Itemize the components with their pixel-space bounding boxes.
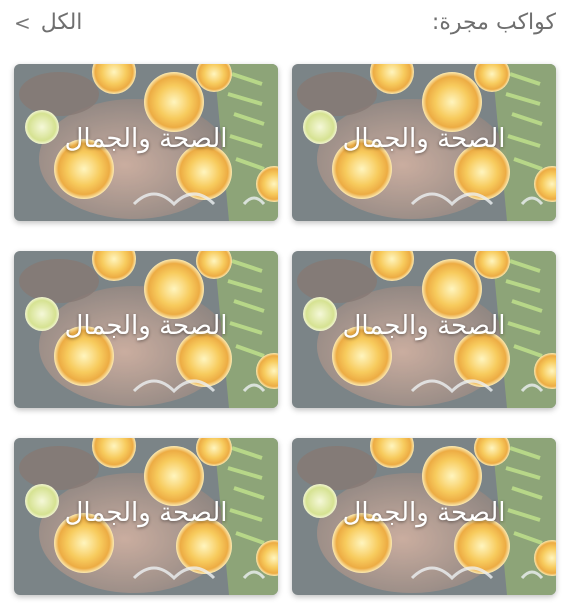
card-label: الصحة والجمال bbox=[64, 498, 228, 528]
view-all-label: الكل bbox=[40, 10, 83, 35]
card-3[interactable]: الصحة والجمال bbox=[292, 251, 556, 408]
section-title: كواكب مجرة: bbox=[431, 10, 556, 35]
card-5[interactable]: الصحة والجمال bbox=[292, 438, 556, 595]
card-2[interactable]: الصحة والجمال bbox=[14, 64, 278, 221]
card-4[interactable]: الصحة والجمال bbox=[14, 251, 278, 408]
chevron-left-icon: < bbox=[14, 10, 31, 35]
view-all-link[interactable]: < الكل bbox=[14, 10, 82, 35]
card-label: الصحة والجمال bbox=[342, 311, 506, 341]
card-label: الصحة والجمال bbox=[342, 498, 506, 528]
card-label: الصحة والجمال bbox=[342, 124, 506, 154]
card-6[interactable]: الصحة والجمال bbox=[14, 438, 278, 595]
card-label: الصحة والجمال bbox=[64, 311, 228, 341]
card-1[interactable]: الصحة والجمال bbox=[292, 64, 556, 221]
card-label: الصحة والجمال bbox=[64, 124, 228, 154]
